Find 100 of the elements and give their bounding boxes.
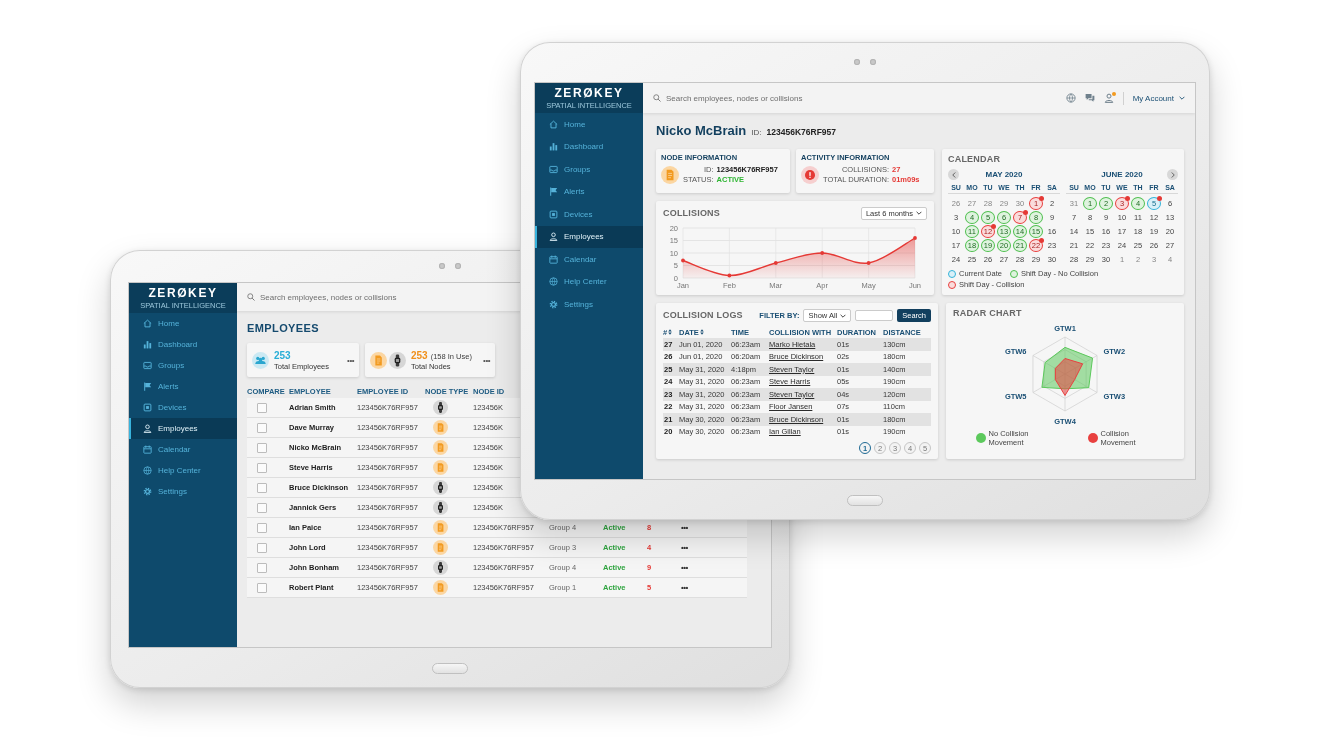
sidebar-item[interactable]: Home [535,113,643,136]
checkbox[interactable] [257,562,267,573]
more-button[interactable]: ••• [681,563,688,572]
sidebar-item[interactable]: Employees [129,418,237,439]
camera-icon [870,59,876,65]
alert-dot-icon [1023,209,1028,215]
person-icon [549,232,558,242]
checkbox[interactable] [257,402,267,413]
checkbox[interactable] [257,422,267,433]
month-title: JUNE 2020 [1101,170,1143,179]
more-button[interactable]: ••• [681,543,688,552]
sidebar-item[interactable]: Alerts [535,180,643,203]
employee-id: 123456K76RF957 [766,127,837,137]
home-button[interactable] [432,662,468,674]
logo-wordmark: ZERØKEY [148,286,218,300]
flag-icon [143,382,152,391]
checkbox[interactable] [257,522,267,533]
data-point [913,236,917,240]
sidebar-item[interactable]: Calendar [535,248,643,271]
gear-icon [549,299,558,309]
person-icon [143,424,152,433]
calendar-icon [549,254,558,264]
tag-icon [433,520,448,535]
checkbox[interactable] [257,582,267,593]
sidebar-item[interactable]: Home [129,313,237,334]
alert-dot-icon [1039,237,1044,243]
card-title: COLLISION LOGS [663,310,743,321]
stat-value: 253 [411,349,428,362]
alert-dot-icon [991,223,996,229]
tag-icon [433,540,448,555]
sidebar-item[interactable]: Settings [535,293,643,316]
data-point [727,273,732,278]
caret-icon [840,313,847,318]
sort-icon [668,329,673,335]
sidebar-item[interactable]: Groups [535,158,643,181]
alert-icon [801,165,819,184]
inbox-icon [143,361,152,370]
person-icon[interactable] [1103,93,1114,103]
globe-icon [549,277,558,287]
sidebar-item[interactable]: Calendar [129,439,237,460]
home-icon [549,119,558,129]
sidebar-item[interactable]: Dashboard [129,334,237,355]
caret-icon [916,211,922,215]
next-month-button[interactable] [1167,169,1178,180]
chevron-right-icon [1170,171,1175,178]
data-point [773,261,778,265]
home-icon [143,319,152,328]
sidebar-item[interactable]: Alerts [129,376,237,397]
month-title: MAY 2020 [985,170,1023,179]
globe-icon[interactable] [1065,93,1076,103]
data-point [681,258,685,263]
search-icon [653,94,661,102]
search-field[interactable]: Search employees, nodes or collisions [260,291,425,303]
search-field[interactable] [855,310,894,321]
chip-icon [549,209,558,219]
data-point [820,251,825,255]
more-button[interactable]: ••• [681,583,688,592]
id-label: ID: [751,128,762,137]
tag-icon [433,420,448,435]
checkbox[interactable] [257,482,267,493]
search-icon [247,293,255,301]
sidebar-item[interactable]: Groups [129,355,237,376]
sidebar-item[interactable]: Help Center [535,270,643,293]
checkbox[interactable] [257,442,267,453]
flag-icon [549,187,558,197]
data-point [866,261,871,265]
camera-icon [854,59,860,65]
employee-name: Nicko McBrain [656,123,747,138]
chip-icon [143,403,152,412]
caret-icon [1179,96,1185,100]
checkbox[interactable] [257,462,267,473]
more-button[interactable]: ••• [681,523,688,532]
sort-icon [699,329,704,335]
sidebar-item[interactable]: Settings [129,481,237,502]
more-button[interactable]: ••• [483,355,490,365]
sidebar-item[interactable]: Devices [129,397,237,418]
checkbox[interactable] [257,502,267,513]
account-menu-button[interactable]: My Account [1132,93,1185,103]
sidebar-item[interactable]: Employees [535,225,643,248]
bar-chart-icon [549,142,558,152]
inbox-icon [549,164,558,174]
legend-marker-icon [1009,269,1018,278]
logo-wordmark: ZERØKEY [554,86,624,100]
chat-icon[interactable] [1084,93,1095,103]
more-button[interactable]: ••• [347,355,354,365]
previous-month-button[interactable] [948,169,959,180]
card-title: RADAR CHART [953,308,1022,319]
tag-icon [433,460,448,475]
sidebar-item[interactable]: Dashboard [535,135,643,158]
legend-marker-icon [948,269,956,278]
gear-icon [143,487,152,496]
home-button[interactable] [847,494,883,506]
search-field[interactable]: Search employees, nodes or collisions [666,92,831,104]
card-title: COLLISIONS [663,207,720,219]
sidebar-item[interactable]: Help Center [129,460,237,481]
tag-icon [370,351,387,369]
camera-icon [455,263,461,269]
sidebar-item[interactable]: Devices [535,203,643,226]
checkbox[interactable] [257,542,267,553]
card-title: CALENDAR [948,154,1001,165]
